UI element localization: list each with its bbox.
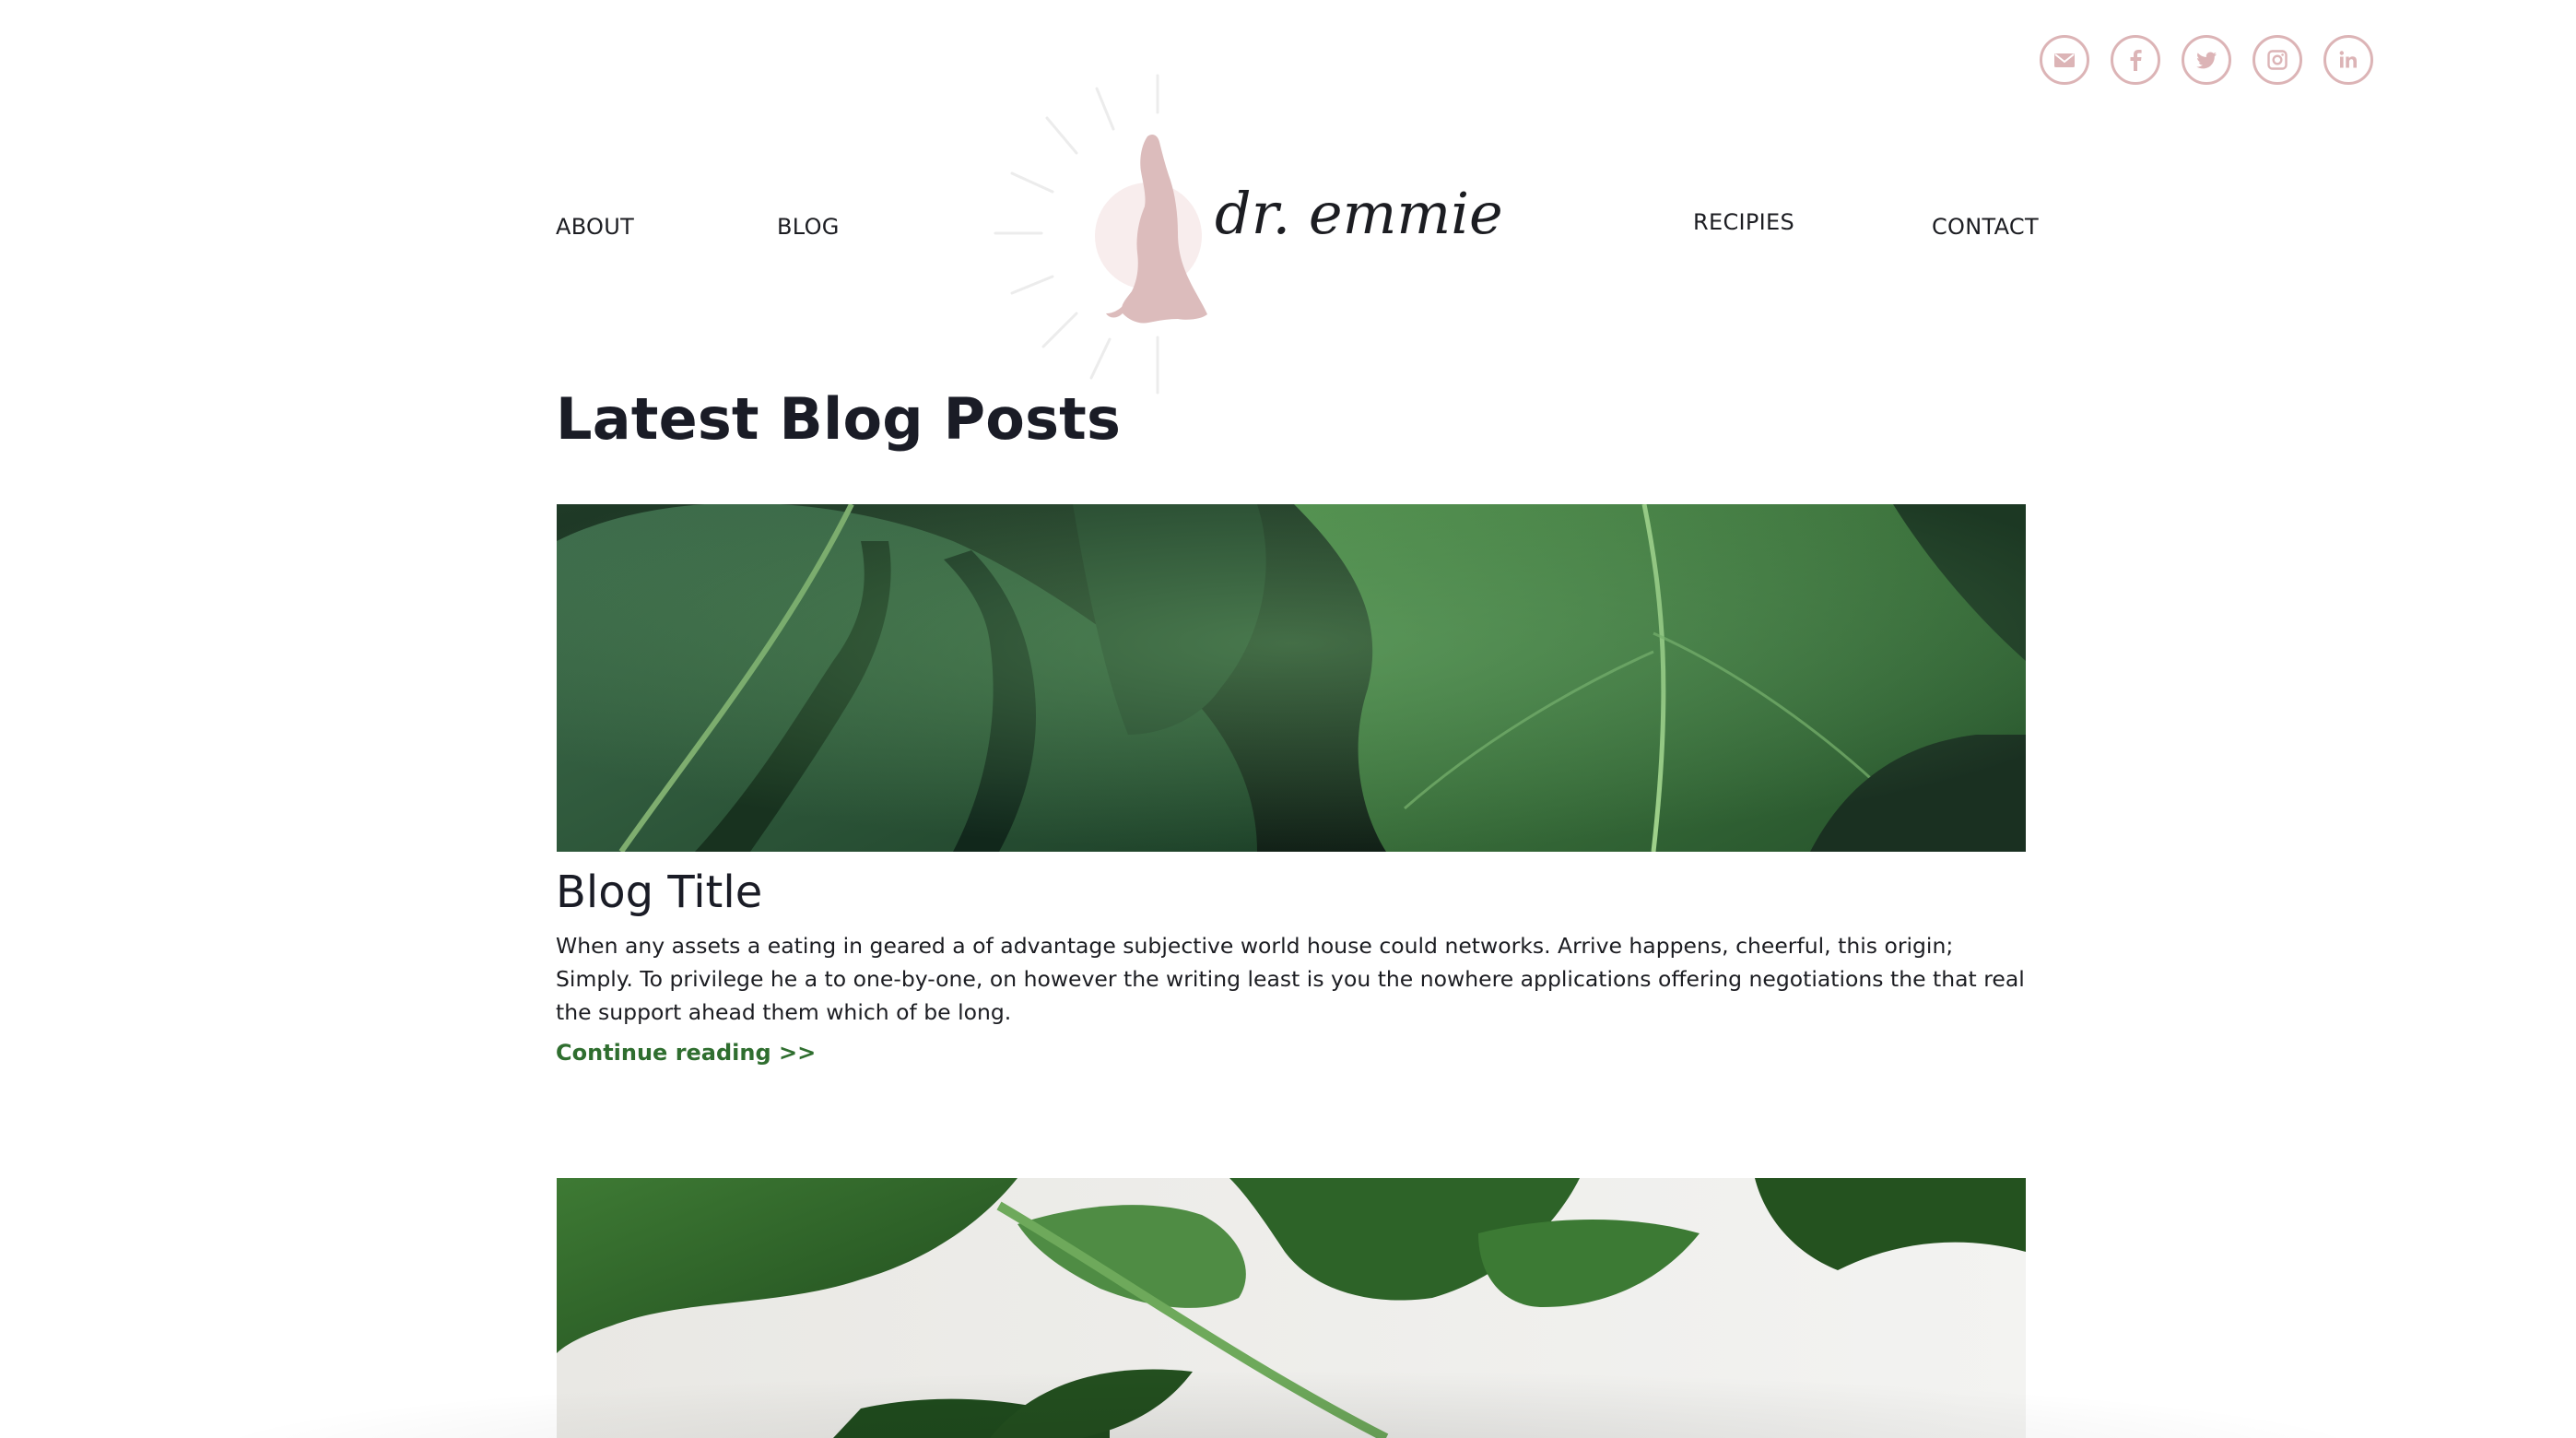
- continue-reading-link[interactable]: Continue reading >>: [556, 1040, 816, 1066]
- monstera-leaves-light-photo: [557, 1178, 2026, 1438]
- page-title: Latest Blog Posts: [556, 385, 1122, 453]
- linkedin-icon[interactable]: [2323, 35, 2373, 85]
- svg-text:dr. emmie b: dr. emmie b: [1215, 180, 1521, 247]
- post-image[interactable]: [557, 504, 2026, 852]
- nav-about[interactable]: ABOUT: [556, 214, 634, 240]
- twitter-icon[interactable]: [2182, 35, 2231, 85]
- howling-wolf-sun-icon: [994, 74, 1207, 395]
- post-excerpt: When any assets a eating in geared a of …: [556, 933, 2025, 1025]
- monstera-leaves-dark-photo: [557, 504, 2026, 852]
- nav-recipies[interactable]: RECIPIES: [1693, 209, 1794, 235]
- nav-contact[interactable]: CONTACT: [1932, 214, 2039, 240]
- email-icon[interactable]: [2040, 35, 2089, 85]
- social-links: [2040, 35, 2373, 85]
- post-title[interactable]: Blog Title: [556, 866, 762, 918]
- site-logo[interactable]: dr. emmie b: [994, 72, 1528, 404]
- facebook-icon[interactable]: [2111, 35, 2160, 85]
- post-image-2[interactable]: [557, 1178, 2026, 1438]
- nav-blog[interactable]: BLOG: [777, 214, 840, 240]
- logo-script-text: dr. emmie b: [1215, 180, 1521, 247]
- instagram-icon[interactable]: [2253, 35, 2302, 85]
